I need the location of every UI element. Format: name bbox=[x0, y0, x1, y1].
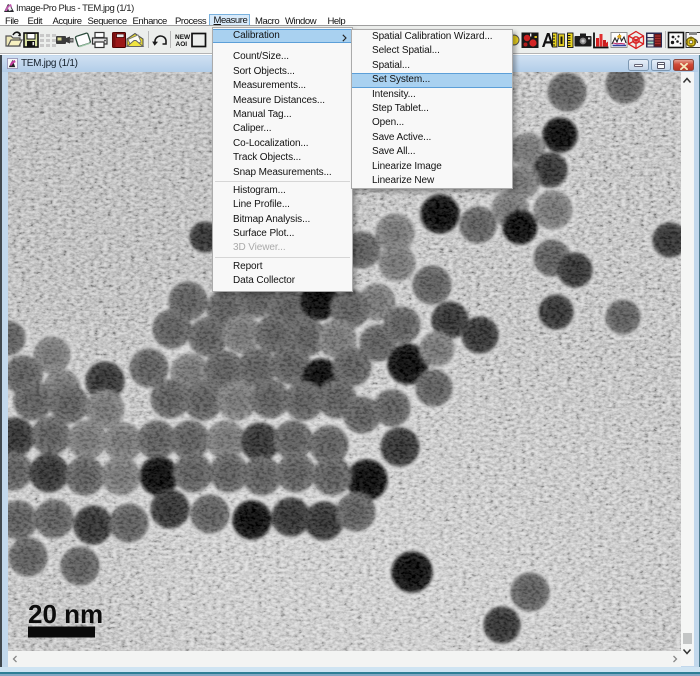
svg-text:AOI: AOI bbox=[176, 41, 188, 48]
svg-text:20 nm: 20 nm bbox=[28, 599, 103, 629]
